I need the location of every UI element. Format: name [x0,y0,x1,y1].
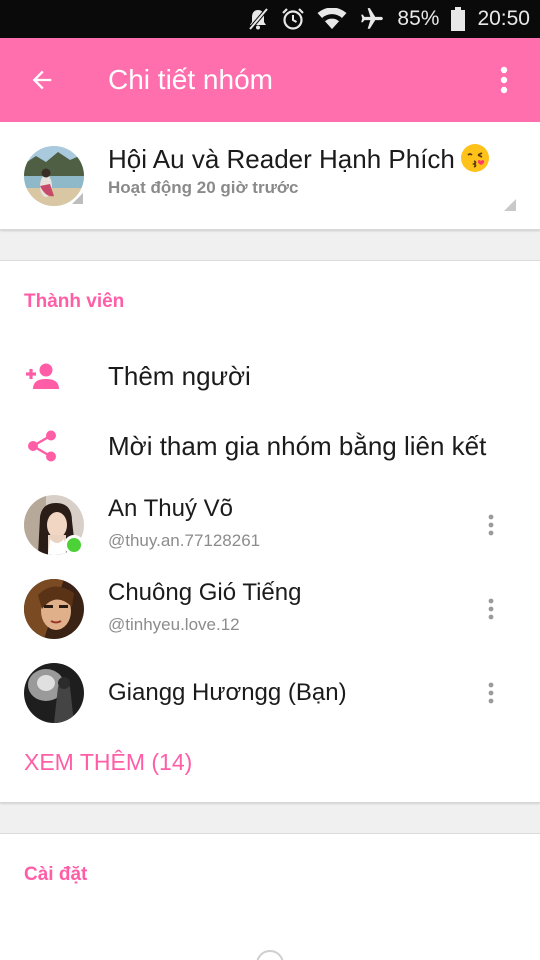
member-name: Giangg Hươngg (Bạn) [108,679,347,706]
member-row[interactable]: Chuông Gió Tiếng @tinhyeu.love.12 [0,567,540,651]
online-status-indicator [64,535,84,555]
member-handle: @thuy.an.77128261 [108,531,261,550]
group-info-card[interactable]: Hội Au và Reader Hạnh Phích Hoạt động 20… [0,122,540,230]
member-name: An Thuý Võ [108,495,233,522]
avatar-edit-corner-icon [72,193,83,204]
invite-link-button[interactable]: Mời tham gia nhóm bằng liên kết [0,411,540,481]
settings-section-title: Cài đặt [24,864,88,885]
group-last-active: Hoạt động 20 giờ trước [108,178,299,197]
add-person-label: Thêm người [108,361,251,391]
settings-card: Cài đặt [0,833,540,960]
more-vert-icon [488,514,494,536]
members-card: Thành viên Thêm người Mời tham gia nhóm … [0,260,540,803]
page-title: Chi tiết nhóm [108,64,273,95]
app-bar: Chi tiết nhóm [0,38,540,122]
members-section-title: Thành viên [24,291,125,312]
wifi-icon [317,8,347,30]
avatar [24,663,84,723]
alarm-icon [281,7,305,31]
mute-icon [247,7,269,31]
more-vert-icon [500,66,508,94]
member-handle: @tinhyeu.love.12 [108,615,240,634]
clock: 20:50 [477,7,530,30]
member-menu-button[interactable] [482,593,500,625]
battery-percent: 85% [397,7,440,30]
member-menu-button[interactable] [482,677,500,709]
status-bar: 85% 20:50 [0,0,540,38]
share-icon [24,429,60,463]
group-name: Hội Au và Reader Hạnh Phích [108,144,489,175]
back-arrow-icon [32,70,52,90]
member-menu-button[interactable] [482,509,500,541]
member-row[interactable]: Giangg Hươngg (Bạn) [0,651,540,735]
see-more-button[interactable]: XEM THÊM (14) [24,749,192,776]
battery-icon [451,7,466,31]
group-name-text: Hội Au và Reader Hạnh Phích [108,144,455,174]
member-name: Chuông Gió Tiếng [108,579,302,606]
airplane-icon [359,6,385,32]
more-vert-icon [488,682,494,704]
back-button[interactable] [22,60,62,100]
member-row[interactable]: An Thuý Võ @thuy.an.77128261 [0,483,540,567]
add-person-button[interactable]: Thêm người [0,341,540,411]
add-person-icon [24,359,60,393]
status-icons: 85% 20:50 [247,0,530,38]
avatar [24,579,84,639]
more-vert-icon [488,598,494,620]
kissing-face-emoji-icon [460,144,489,172]
expand-corner-icon [504,199,516,211]
invite-link-label: Mời tham gia nhóm bằng liên kết [108,431,487,461]
overflow-menu-button[interactable] [486,60,522,100]
